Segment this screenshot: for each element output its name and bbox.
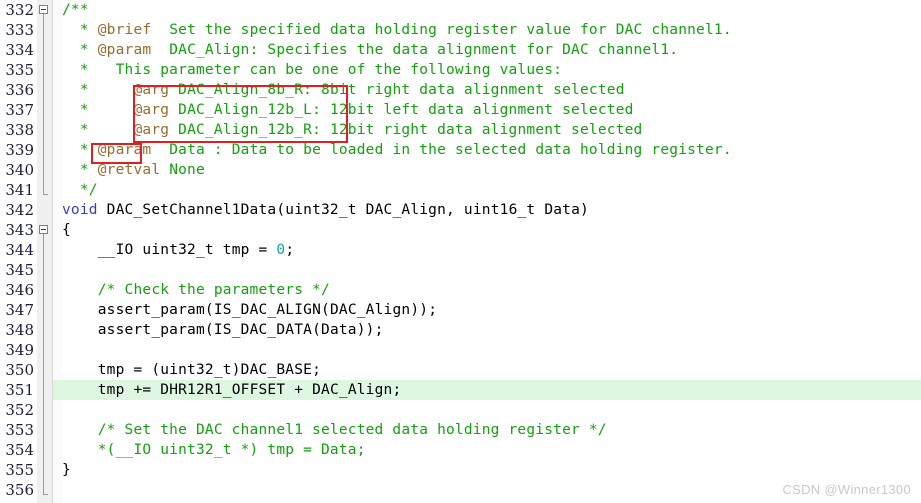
code-text: __IO uint32_t tmp = 0; [97,242,295,258]
code-text: { [62,222,71,238]
code-line[interactable]: 339 * @param Data : Data to be loaded in… [0,140,921,160]
code-line[interactable]: 345 [0,260,921,280]
code-text: assert_param(IS_DAC_ALIGN(DAC_Align)); [97,302,438,318]
code-text: * @brief Set the specified data holding … [79,22,732,38]
code-line[interactable]: 335 * This parameter can be one of the f… [0,60,921,80]
line-number: 337 [5,101,34,119]
line-number: 347 [5,301,34,319]
fold-guide-line [43,340,44,360]
watermark-label: CSDN @Winner1300 [782,482,911,497]
code-line[interactable]: 334 * @param DAC_Align: Specifies the da… [0,40,921,60]
fold-guide-line [43,120,44,140]
fold-guide-line-end [43,180,48,195]
fold-guide-line [43,300,44,320]
code-line[interactable]: 340 * @retval None [0,160,921,180]
fold-guide-line [43,240,44,260]
code-text: /* Check the parameters */ [97,282,330,298]
code-line[interactable]: 353 /* Set the DAC channel1 selected dat… [0,420,921,440]
fold-guide-line [43,420,44,440]
code-text: * @retval None [79,162,205,178]
code-line[interactable]: 351 tmp += DHR12R1_OFFSET + DAC_Align; [0,380,921,400]
fold-collapse-icon[interactable] [39,225,48,234]
fold-guide-line [43,80,44,100]
code-text: assert_param(IS_DAC_DATA(Data)); [97,322,384,338]
code-text: *(__IO uint32_t *) tmp = Data; [97,442,366,458]
fold-guide-line [43,460,44,480]
line-number: 343 [5,221,34,239]
fold-collapse-icon[interactable] [39,5,48,14]
fold-guide-line [43,280,44,300]
line-number: 348 [5,321,34,339]
line-number: 346 [5,281,34,299]
code-line[interactable]: 343 { [0,220,921,240]
code-text: /** [62,2,89,18]
line-number: 341 [5,181,34,199]
code-text: * @param DAC_Align: Specifies the data a… [79,42,679,58]
fold-guide-line [43,320,44,340]
fold-guide-line [43,100,44,120]
code-line[interactable]: 349 [0,340,921,360]
code-line[interactable]: 341 */ [0,180,921,200]
line-number: 336 [5,81,34,99]
code-line[interactable]: 352 [0,400,921,420]
line-number: 350 [5,361,34,379]
code-text: } [62,462,71,478]
code-text: */ [79,182,98,198]
code-line[interactable]: 338 * @arg DAC_Align_12b_R: 12bit right … [0,120,921,140]
line-number: 354 [5,441,34,459]
line-number: 338 [5,121,34,139]
code-line[interactable]: 333 * @brief Set the specified data hold… [0,20,921,40]
fold-guide-line [43,360,44,380]
line-number: 342 [5,201,34,219]
code-text: * @arg DAC_Align_12b_R: 12bit right data… [79,122,643,138]
line-number: 333 [5,21,34,39]
fold-guide-line [43,260,44,280]
code-text: * @param Data : Data to be loaded in the… [79,142,732,158]
code-line[interactable]: 337 * @arg DAC_Align_12b_L: 12bit left d… [0,100,921,120]
line-number: 351 [5,381,34,399]
code-line[interactable]: 346 /* Check the parameters */ [0,280,921,300]
code-text: * This parameter can be one of the follo… [79,62,563,78]
line-number: 340 [5,161,34,179]
line-number: 335 [5,61,34,79]
line-number: 345 [5,261,34,279]
code-editor[interactable]: 332 /** 333 * @brief Set the specified dat… [0,0,921,503]
code-text: tmp = (uint32_t)DAC_BASE; [97,362,322,378]
line-number: 353 [5,421,34,439]
fold-guide-line [43,140,44,160]
line-number: 344 [5,241,34,259]
code-line[interactable]: 344 __IO uint32_t tmp = 0; [0,240,921,260]
code-text: * @arg DAC_Align_8b_R: 8bit right data a… [79,82,625,98]
code-text: * @arg DAC_Align_12b_L: 12bit left data … [79,102,634,118]
fold-guide-line [43,400,44,420]
line-number: 352 [5,401,34,419]
fold-guide-line [43,440,44,460]
fold-guide-line-end [43,480,48,495]
code-line[interactable]: 347 assert_param(IS_DAC_ALIGN(DAC_Align)… [0,300,921,320]
fold-guide-line [43,60,44,80]
fold-guide-line [43,20,44,40]
fold-guide-line [43,40,44,60]
line-number: 334 [5,41,34,59]
code-line[interactable]: 332 /** [0,0,921,20]
code-line[interactable]: 336 * @arg DAC_Align_8b_R: 8bit right da… [0,80,921,100]
code-line[interactable]: 355} [0,460,921,480]
code-line[interactable]: 342 void DAC_SetChannel1Data(uint32_t DAC… [0,200,921,220]
code-text: /* Set the DAC channel1 selected data ho… [97,422,607,438]
fold-guide-line [43,160,44,180]
code-line-list: 332 /** 333 * @brief Set the specified dat… [0,0,921,500]
line-number: 339 [5,141,34,159]
line-number: 356 [5,481,34,499]
code-text: tmp += DHR12R1_OFFSET + DAC_Align; [97,382,402,398]
line-number: 355 [5,461,34,479]
line-number: 332 [5,1,34,19]
code-text: void DAC_SetChannel1Data(uint32_t DAC_Al… [62,202,589,218]
code-line[interactable]: 354 *(__IO uint32_t *) tmp = Data; [0,440,921,460]
code-line[interactable]: 350 tmp = (uint32_t)DAC_BASE; [0,360,921,380]
line-number: 349 [5,341,34,359]
code-line[interactable]: 348 assert_param(IS_DAC_DATA(Data)); [0,320,921,340]
fold-guide-line [43,380,44,400]
